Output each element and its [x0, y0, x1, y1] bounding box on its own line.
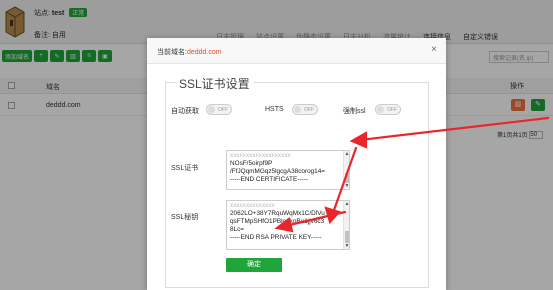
ssl-options: 自动获取 OFF HSTS OFF 强制ssl OFF — [166, 103, 430, 117]
hsts-toggle[interactable]: OFF — [292, 104, 318, 115]
key-line: 2062LO+38Y7RquWqMx1C/DlVu — [230, 210, 325, 217]
modal-title: 当前域名:deddd.com — [157, 47, 222, 57]
toggle-off-text: OFF — [387, 107, 397, 113]
ssl-modal: 当前域名:deddd.com × SSL证书设置 自动获取 OFF HSTS O… — [147, 38, 446, 290]
cert-line: -----END CERTIFICATE----- — [230, 176, 308, 183]
modal-header: 当前域名:deddd.com × — [147, 38, 446, 64]
ssl-fieldset: SSL证书设置 自动获取 OFF HSTS OFF 强制ssl OFF SSL证… — [165, 75, 430, 288]
cert-line: xxxxxxxxxxxxxxxxxxx — [230, 152, 291, 159]
toggle-off-text: OFF — [218, 107, 228, 113]
cert-line: /FfJQqmMGqz5lgcgA38corog14= — [230, 168, 326, 175]
cert-line: NOsF/5oirpf9P — [230, 160, 273, 167]
force-ssl-label: 强制ssl — [343, 108, 366, 115]
toggle-off-text: OFF — [304, 107, 314, 113]
scroll-up-icon[interactable]: ▲ — [344, 201, 349, 207]
close-icon[interactable]: × — [428, 44, 440, 56]
key-line: qsFTMpSHfO1PBlo6koBu1jjv6c3 — [230, 218, 325, 225]
toggle-knob — [377, 106, 384, 113]
cert-textarea[interactable]: xxxxxxxxxxxxxxxxxxx NOsF/5oirpf9P /FfJQq… — [226, 150, 350, 190]
auto-label: 自动获取 — [171, 108, 199, 115]
scroll-thumb[interactable] — [345, 173, 349, 183]
ssl-legend: SSL证书设置 — [176, 75, 253, 92]
scroll-down-icon[interactable]: ▼ — [344, 183, 349, 189]
scroll-down-icon[interactable]: ▼ — [344, 243, 349, 249]
hsts-label: HSTS — [265, 106, 284, 113]
scroll-up-icon[interactable]: ▲ — [344, 151, 349, 157]
key-line: -----END RSA PRIVATE KEY----- — [230, 234, 322, 241]
toggle-knob — [208, 106, 215, 113]
scroll-thumb[interactable] — [345, 231, 349, 243]
key-line: 8Lc= — [230, 226, 245, 233]
force-ssl-toggle[interactable]: OFF — [375, 104, 401, 115]
modal-title-prefix: 当前域名: — [157, 49, 187, 56]
cert-scrollbar[interactable]: ▲ ▼ — [343, 151, 349, 189]
key-scrollbar[interactable]: ▲ ▼ — [343, 201, 349, 249]
toggle-knob — [294, 106, 301, 113]
key-label: SSL秘钥 — [171, 214, 199, 221]
key-textarea[interactable]: xxxxxxxxxxxxxx 2062LO+38Y7RquWqMx1C/DlVu… — [226, 200, 350, 250]
confirm-button[interactable]: 确定 — [226, 258, 282, 272]
auto-toggle[interactable]: OFF — [206, 104, 232, 115]
modal-title-domain: deddd.com — [186, 49, 222, 56]
cert-label: SSL证书 — [171, 165, 199, 172]
key-line: xxxxxxxxxxxxxx — [230, 202, 275, 209]
